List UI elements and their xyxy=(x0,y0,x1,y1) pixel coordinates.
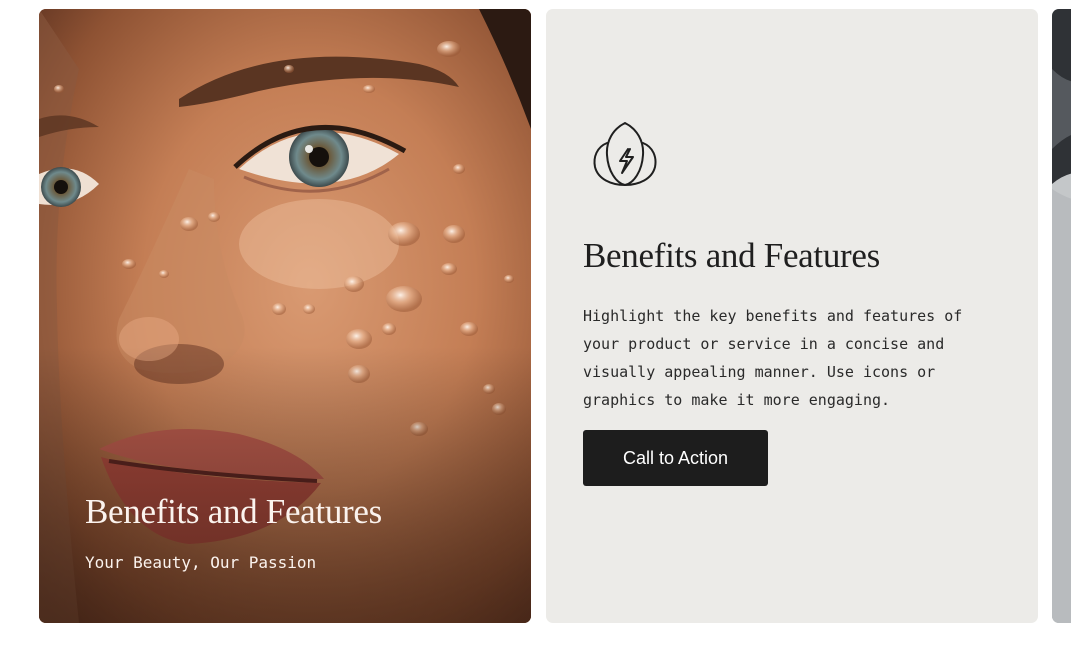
next-card-preview[interactable] xyxy=(1052,9,1071,623)
feature-card-title: Benefits and Features xyxy=(583,236,880,275)
card-carousel: Benefits and Features Your Beauty, Our P… xyxy=(0,0,1071,650)
photo-card-title: Benefits and Features xyxy=(85,492,382,531)
feature-card: Benefits and Features Highlight the key … xyxy=(546,9,1038,623)
call-to-action-button[interactable]: Call to Action xyxy=(583,430,768,486)
photo-card-subtitle: Your Beauty, Our Passion xyxy=(85,553,317,572)
next-card-image xyxy=(1052,9,1071,623)
lotus-lightning-icon xyxy=(593,122,657,186)
feature-card-description: Highlight the key benefits and features … xyxy=(583,307,963,409)
photo-card[interactable]: Benefits and Features Your Beauty, Our P… xyxy=(39,9,531,623)
